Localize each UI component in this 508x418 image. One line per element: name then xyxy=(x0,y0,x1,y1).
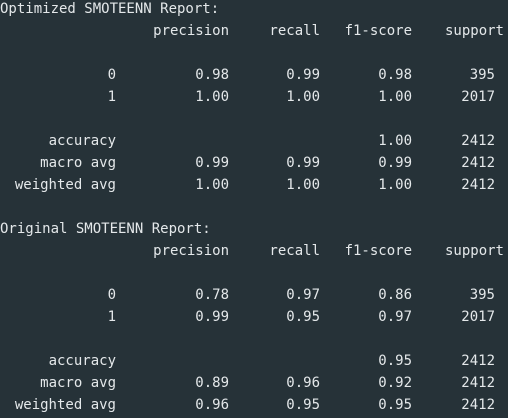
f1-value: 1.00 xyxy=(378,89,412,105)
row-label: 0 xyxy=(107,287,116,303)
report-title: Optimized SMOTEENN Report: xyxy=(0,1,220,17)
support-value: 2412 xyxy=(461,155,495,171)
support-value: 2017 xyxy=(461,89,495,105)
recall-value: 0.97 xyxy=(286,287,320,303)
f1-value: 1.00 xyxy=(378,177,412,193)
f1-value: 0.95 xyxy=(378,397,412,413)
recall-value: 0.96 xyxy=(286,375,320,391)
recall-value: 0.95 xyxy=(286,397,320,413)
recall-value: 1.00 xyxy=(286,89,320,105)
summary-label-weighted-avg: weighted avg xyxy=(14,397,116,413)
column-header-recall: recall xyxy=(269,243,320,259)
support-value: 2412 xyxy=(461,353,495,369)
precision-value: 0.99 xyxy=(195,309,229,325)
precision-value: 0.99 xyxy=(195,155,229,171)
support-value: 2412 xyxy=(461,397,495,413)
f1-value: 0.98 xyxy=(378,67,412,83)
row-label: 1 xyxy=(107,89,116,105)
support-value: 395 xyxy=(469,287,495,303)
support-value: 2412 xyxy=(461,375,495,391)
row-label: 1 xyxy=(107,309,116,325)
recall-value: 0.95 xyxy=(286,309,320,325)
f1-value: 1.00 xyxy=(378,133,412,149)
precision-value: 1.00 xyxy=(195,89,229,105)
console-output: Optimized SMOTEENN Report: precision rec… xyxy=(0,0,508,418)
precision-value: 0.98 xyxy=(195,67,229,83)
recall-value: 1.00 xyxy=(286,177,320,193)
support-value: 2412 xyxy=(461,177,495,193)
row-label: 0 xyxy=(107,67,116,83)
summary-label-accuracy: accuracy xyxy=(48,353,116,369)
column-header-precision: precision xyxy=(153,243,229,259)
column-header-recall: recall xyxy=(269,23,320,39)
column-header-precision: precision xyxy=(153,23,229,39)
report-title: Original SMOTEENN Report: xyxy=(0,221,211,237)
summary-label-accuracy: accuracy xyxy=(48,133,116,149)
support-value: 2017 xyxy=(461,309,495,325)
recall-value: 0.99 xyxy=(286,67,320,83)
support-value: 395 xyxy=(469,67,495,83)
column-header-f1-score: f1-score xyxy=(344,23,412,39)
f1-value: 0.92 xyxy=(378,375,412,391)
summary-label-macro-avg: macro avg xyxy=(40,155,116,171)
column-header-support: support xyxy=(444,243,504,259)
support-value: 2412 xyxy=(461,133,495,149)
recall-value: 0.99 xyxy=(286,155,320,171)
f1-value: 0.97 xyxy=(378,309,412,325)
column-header-support: support xyxy=(444,23,504,39)
f1-value: 0.95 xyxy=(378,353,412,369)
precision-value: 1.00 xyxy=(195,177,229,193)
precision-value: 0.96 xyxy=(195,397,229,413)
f1-value: 0.99 xyxy=(378,155,412,171)
precision-value: 0.89 xyxy=(195,375,229,391)
f1-value: 0.86 xyxy=(378,287,412,303)
summary-label-weighted-avg: weighted avg xyxy=(14,177,116,193)
summary-label-macro-avg: macro avg xyxy=(40,375,116,391)
column-header-f1-score: f1-score xyxy=(344,243,412,259)
precision-value: 0.78 xyxy=(195,287,229,303)
